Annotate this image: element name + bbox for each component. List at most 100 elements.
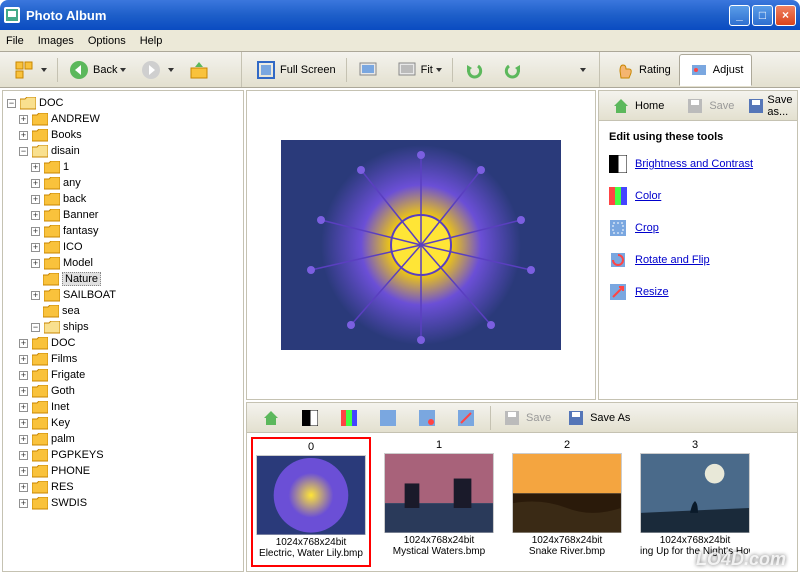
thumbnail-item[interactable]: 0 1024x768x24bit Electric, Water Lily.bm…	[251, 437, 371, 567]
tree-label: PHONE	[51, 465, 90, 477]
back-button[interactable]: Back	[62, 56, 132, 84]
tree-toggle[interactable]: −	[31, 323, 40, 332]
folder-tree[interactable]: −DOC+ANDREW+Books−disain+1+any+back+Bann…	[2, 90, 244, 572]
up-button[interactable]	[182, 56, 219, 84]
tree-toggle[interactable]: +	[19, 483, 28, 492]
screen-icon	[396, 59, 418, 81]
menu-file[interactable]: File	[6, 35, 24, 47]
tree-toggle[interactable]: +	[31, 179, 40, 188]
tree-item[interactable]: +Banner	[7, 207, 239, 223]
tree-item[interactable]: +Frigate	[7, 367, 239, 383]
tree-toggle[interactable]: +	[19, 419, 28, 428]
tab-rating[interactable]: Rating	[606, 55, 679, 85]
tool-brightness[interactable]: Brightness and Contrast	[609, 155, 787, 173]
tree-toggle[interactable]: +	[31, 195, 40, 204]
thumb-crop-button[interactable]	[371, 404, 408, 432]
tree-item[interactable]: +Books	[7, 127, 239, 143]
tree-label: 1	[63, 161, 69, 173]
fullscreen-button[interactable]: Full Screen	[249, 56, 342, 84]
home-icon	[610, 95, 632, 117]
thumb-brightness-button[interactable]	[293, 404, 330, 432]
tree-toggle[interactable]: +	[31, 211, 40, 220]
thumb-rotate-button[interactable]	[410, 404, 447, 432]
tree-item[interactable]: +Key	[7, 415, 239, 431]
tree-item[interactable]: +DOC	[7, 335, 239, 351]
thumbnail-index: 2	[564, 439, 570, 453]
tree-item[interactable]: +any	[7, 175, 239, 191]
tree-item[interactable]: + Goth	[7, 383, 239, 399]
tree-item[interactable]: +ICO	[7, 239, 239, 255]
tree-item[interactable]: +SAILBOAT	[7, 287, 239, 303]
tree-item[interactable]: + Films	[7, 351, 239, 367]
tree-toggle[interactable]: −	[7, 99, 16, 108]
views-button[interactable]	[7, 56, 53, 84]
thumb-saveas-button[interactable]: Save As	[559, 404, 636, 432]
save-button[interactable]: Save	[678, 92, 740, 120]
tool-resize[interactable]: Resize	[609, 283, 787, 301]
overflow-button[interactable]	[571, 56, 592, 84]
thumbnail-item[interactable]: 1 1024x768x24bit Mystical Waters.bmp	[379, 437, 499, 567]
tool-rotate[interactable]: Rotate and Flip	[609, 251, 787, 269]
tree-toggle[interactable]: +	[19, 131, 28, 140]
thumbnail-item[interactable]: 3 1024x768x24bit ing Up for the Night's …	[635, 437, 755, 567]
save-label: Save	[709, 100, 734, 112]
tree-label: Films	[51, 353, 77, 365]
tree-toggle[interactable]: +	[31, 163, 40, 172]
tree-item[interactable]: Nature	[7, 271, 239, 287]
tree-toggle[interactable]: +	[19, 339, 28, 348]
tree-toggle[interactable]: +	[19, 499, 28, 508]
tree-toggle[interactable]: +	[31, 243, 40, 252]
tree-item[interactable]: +1	[7, 159, 239, 175]
tree-toggle[interactable]: +	[19, 403, 28, 412]
tab-adjust[interactable]: Adjust	[679, 54, 753, 86]
tree-item[interactable]: −disain	[7, 143, 239, 159]
tree-toggle[interactable]: +	[31, 227, 40, 236]
image-preview	[246, 90, 596, 400]
thumb-resize-button[interactable]	[449, 404, 486, 432]
redo-button[interactable]	[496, 56, 533, 84]
fit-width-button[interactable]	[351, 56, 388, 84]
app-icon	[4, 7, 20, 23]
maximize-button[interactable]: □	[752, 5, 773, 26]
tree-toggle[interactable]: +	[19, 467, 28, 476]
tree-toggle[interactable]: +	[19, 371, 28, 380]
fit-button[interactable]: Fit	[390, 56, 448, 84]
tree-item[interactable]: +SWDIS	[7, 495, 239, 511]
menu-help[interactable]: Help	[140, 35, 163, 47]
tool-crop[interactable]: Crop	[609, 219, 787, 237]
tree-item[interactable]: +Model	[7, 255, 239, 271]
thumb-color-button[interactable]	[332, 404, 369, 432]
tree-item[interactable]: +ANDREW	[7, 111, 239, 127]
tree-toggle[interactable]: +	[19, 387, 28, 396]
close-button[interactable]: ×	[775, 5, 796, 26]
tree-item[interactable]: sea	[7, 303, 239, 319]
tree-item[interactable]: −ships	[7, 319, 239, 335]
forward-button[interactable]	[134, 56, 180, 84]
tree-toggle[interactable]: −	[19, 147, 28, 156]
tree-toggle[interactable]: +	[19, 451, 28, 460]
home-button[interactable]: Home	[604, 92, 670, 120]
undo-button[interactable]	[457, 56, 494, 84]
menu-options[interactable]: Options	[88, 35, 126, 47]
tree-toggle[interactable]: +	[19, 435, 28, 444]
tree-item[interactable]: +palm	[7, 431, 239, 447]
tree-item[interactable]: + PHONE	[7, 463, 239, 479]
tree-toggle[interactable]: +	[31, 291, 40, 300]
thumb-save-button[interactable]: Save	[495, 404, 557, 432]
tree-toggle[interactable]: +	[19, 115, 28, 124]
menu-images[interactable]: Images	[38, 35, 74, 47]
thumbnail-item[interactable]: 2 1024x768x24bit Snake River.bmp	[507, 437, 627, 567]
tree-toggle[interactable]: +	[19, 355, 28, 364]
minimize-button[interactable]: _	[729, 5, 750, 26]
tree-label: Goth	[51, 385, 75, 397]
saveas-button[interactable]: Save as...	[742, 92, 800, 120]
tree-item[interactable]: +fantasy	[7, 223, 239, 239]
tool-color[interactable]: Color	[609, 187, 787, 205]
tree-toggle[interactable]: +	[31, 259, 40, 268]
tree-item[interactable]: +PGPKEYS	[7, 447, 239, 463]
tree-item[interactable]: +back	[7, 191, 239, 207]
tree-item[interactable]: +RES	[7, 479, 239, 495]
thumb-home-button[interactable]	[254, 404, 291, 432]
tree-item[interactable]: +Inet	[7, 399, 239, 415]
tree-item[interactable]: −DOC	[7, 95, 239, 111]
